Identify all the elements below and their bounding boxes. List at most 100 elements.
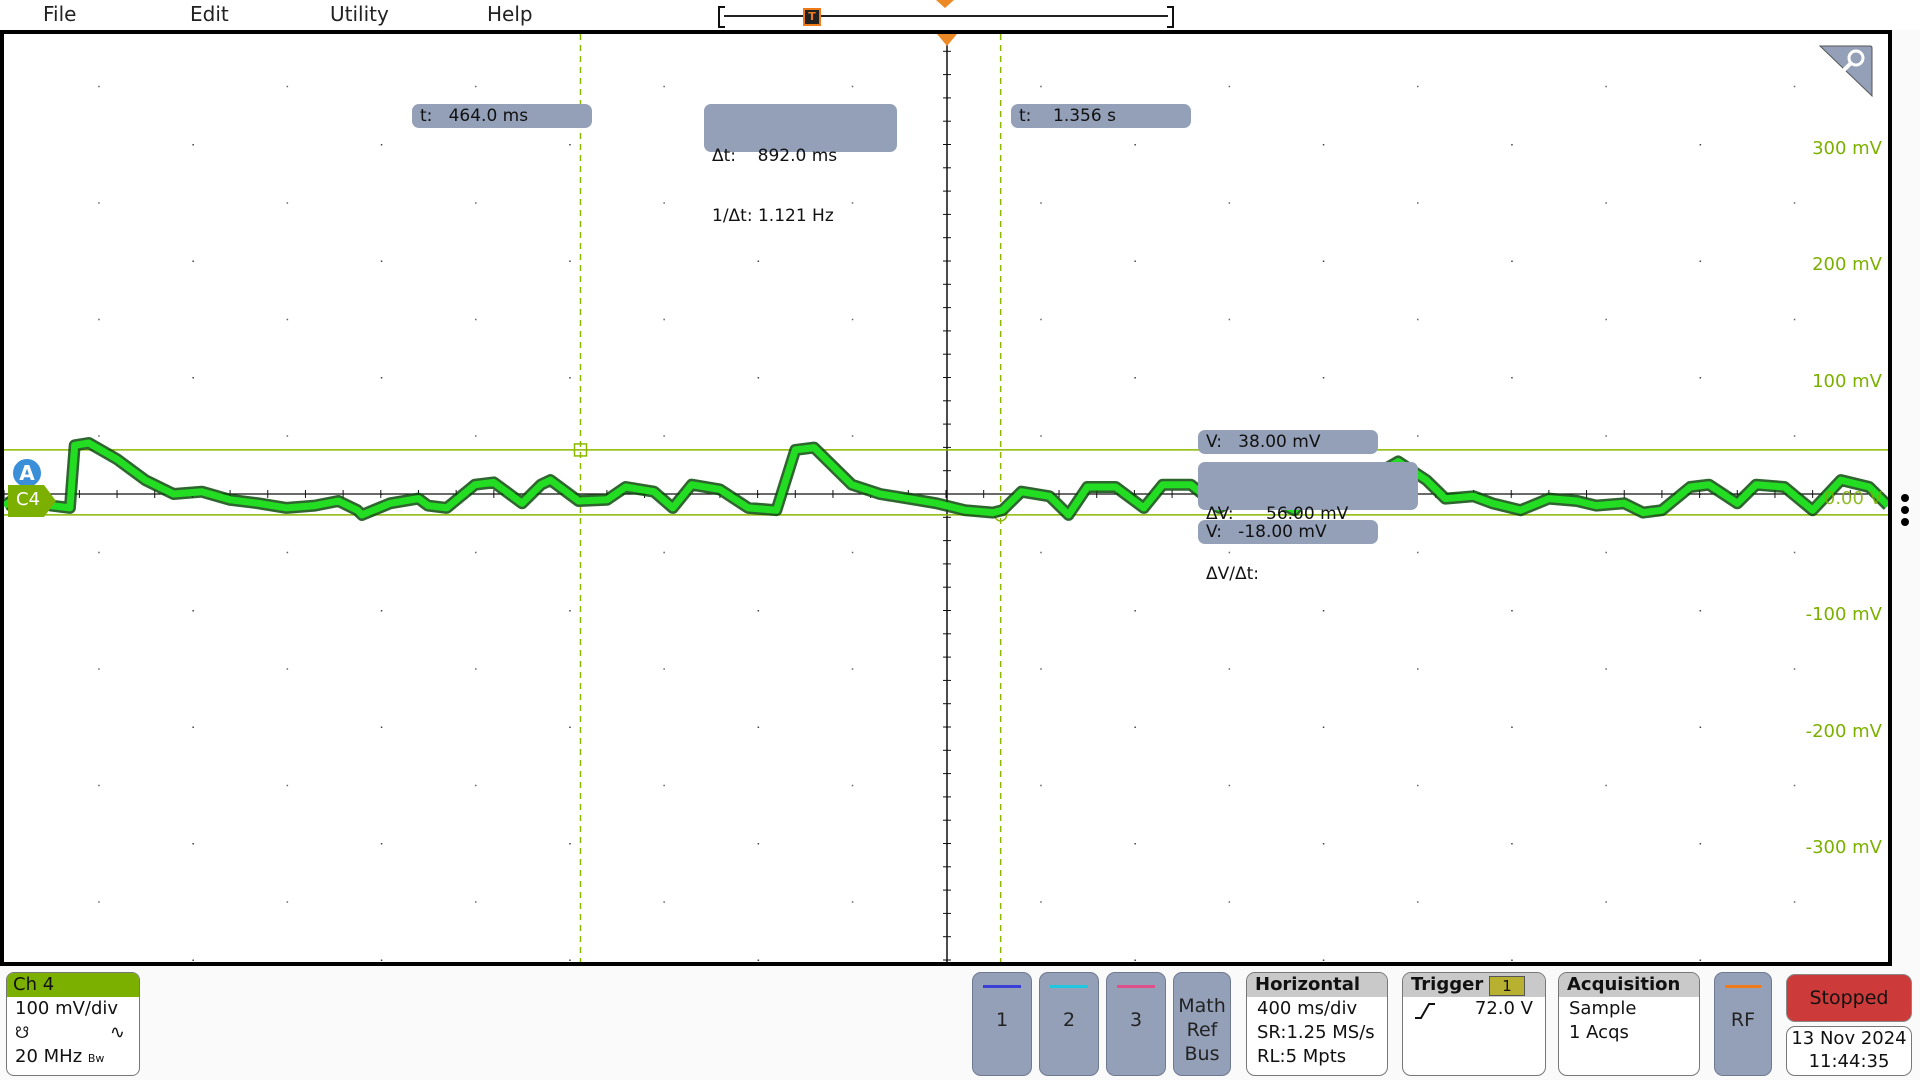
grid-dot — [1228, 202, 1231, 204]
grid-dot — [1793, 85, 1796, 88]
grid-dot — [380, 843, 383, 845]
channel-4-title: Ch 4 — [7, 973, 139, 997]
rf-label: RF — [1730, 1009, 1756, 1031]
grid-dot — [757, 610, 760, 612]
graticule — [4, 34, 1888, 962]
grid-dot — [1134, 843, 1136, 845]
record-length: RL:5 Mpts — [1257, 1046, 1347, 1067]
zoom-icon[interactable] — [1816, 42, 1874, 100]
menu-utility[interactable]: Utility — [330, 2, 389, 26]
grid-dot — [1134, 260, 1136, 262]
grid-dot — [1322, 260, 1325, 262]
rf-color-stripe — [1725, 985, 1761, 988]
bandwidth-limit-icon: Bw — [87, 1052, 105, 1065]
run-stop-status[interactable]: Stopped — [1786, 974, 1912, 1022]
grid-dot — [98, 318, 100, 321]
grid-dot — [1134, 726, 1136, 728]
grid-dot — [192, 959, 194, 961]
grid-dot — [475, 901, 477, 903]
date-time-display[interactable]: 13 Nov 2024 11:44:35 — [1786, 1026, 1912, 1076]
channel-4-scale: 100 mV/div — [15, 998, 119, 1019]
cursor-a-voltage-readout: V: 38.00 mV — [1198, 430, 1378, 454]
trigger-position-icon[interactable]: T — [803, 8, 821, 26]
y-label-200mv: 200 mV — [1812, 254, 1882, 275]
grid-dot — [569, 610, 571, 612]
grid-dot — [1417, 435, 1419, 437]
settings-bar: Ch 4 100 mV/div ☋ ∿ 20 MHz Bw 1 2 3 Math… — [0, 966, 1920, 1080]
horizontal-position-marker-icon[interactable] — [936, 0, 954, 8]
dv-dt-value: ΔV/Δt: — [1206, 564, 1260, 584]
grid-dot — [663, 784, 665, 787]
menu-help[interactable]: Help — [487, 2, 533, 26]
grid-dot — [569, 144, 571, 146]
channel-4-badge[interactable]: Ch 4 100 mV/div ☋ ∿ 20 MHz Bw — [6, 972, 140, 1076]
grid-dot — [569, 377, 571, 379]
grid-dot — [569, 959, 571, 961]
grid-dot — [851, 435, 854, 437]
grid-dot — [286, 551, 289, 554]
grid-dot — [475, 784, 477, 787]
sample-rate: SR:1.25 MS/s — [1257, 1022, 1375, 1043]
date-display: 13 Nov 2024 — [1791, 1028, 1907, 1049]
timeline-bracket-left — [718, 6, 725, 28]
more-options-icon[interactable] — [1901, 494, 1909, 530]
timeline-bar — [724, 15, 1168, 17]
grid-dot — [1793, 318, 1796, 321]
channel-3-button[interactable]: 3 — [1106, 972, 1166, 1076]
grid-dot — [1605, 85, 1607, 88]
acquisition-title: Acquisition — [1559, 973, 1699, 997]
channel-1-button[interactable]: 1 — [972, 972, 1032, 1076]
channel-2-button[interactable]: 2 — [1039, 972, 1099, 1076]
grid-dot — [192, 843, 194, 845]
acquisition-mode: Sample — [1569, 998, 1637, 1019]
channel-2-label: 2 — [1062, 1009, 1076, 1031]
channel-2-color-stripe — [1050, 985, 1088, 988]
math-ref-bus-button[interactable]: Math Ref Bus — [1173, 972, 1231, 1076]
grid-dot — [1040, 202, 1042, 204]
channel-4-bandwidth: 20 MHz — [15, 1046, 83, 1067]
grid-dot — [569, 726, 571, 728]
channel-4-icons-row: ☋ ∿ — [7, 1021, 139, 1045]
grid-dot — [1322, 726, 1325, 728]
grid-dot — [1322, 959, 1325, 961]
grid-dot — [1322, 144, 1325, 146]
trigger-level: 72.0 V — [1474, 998, 1533, 1019]
cursor-b-voltage-readout: V: -18.00 mV — [1198, 520, 1378, 544]
grid-dot — [192, 260, 194, 262]
grid-dot — [663, 435, 665, 437]
trigger-header: Trigger 1 — [1403, 973, 1545, 997]
channel-3-label: 3 — [1129, 1009, 1143, 1031]
menu-file[interactable]: File — [43, 2, 76, 26]
grid-dot — [1511, 377, 1513, 379]
horizontal-title: Horizontal — [1247, 973, 1387, 997]
grid-dot — [1511, 610, 1513, 612]
horizontal-badge[interactable]: Horizontal 400 ms/div SR:1.25 MS/s RL:5 … — [1246, 972, 1388, 1076]
grid-dot — [663, 901, 665, 903]
rf-button[interactable]: RF — [1714, 972, 1772, 1076]
y-label-100mv: 100 mV — [1812, 371, 1882, 392]
grid-dot — [663, 85, 665, 88]
y-label-0v: 0.00 V — [1823, 488, 1882, 509]
grid-dot — [1605, 435, 1607, 437]
cursor-source-badge[interactable]: A — [12, 458, 42, 488]
record-timeline[interactable]: T — [718, 6, 1174, 28]
graticule-area[interactable]: t: 464.0 ms Δt: 892.0 ms 1/Δt: 1.121 Hz … — [4, 34, 1888, 962]
grid-dot — [1699, 726, 1702, 728]
trigger-source: 1 — [1489, 976, 1525, 996]
channel-4-offset-marker[interactable]: C4 — [8, 485, 56, 517]
grid-dot — [380, 144, 383, 146]
grid-dot — [1793, 668, 1796, 670]
channel-1-color-stripe — [983, 985, 1021, 988]
acquisition-badge[interactable]: Acquisition Sample 1 Acqs — [1558, 972, 1700, 1076]
grid-dot — [475, 85, 477, 88]
grid-dot — [286, 202, 289, 204]
rising-edge-icon — [1415, 1003, 1435, 1019]
menu-edit[interactable]: Edit — [190, 2, 229, 26]
trigger-badge[interactable]: Trigger 1 72.0 V — [1402, 972, 1546, 1076]
grid-dot — [192, 144, 194, 146]
grid-dot — [1793, 435, 1796, 437]
grid-dot — [1699, 144, 1702, 146]
grid-dot — [1228, 784, 1231, 787]
grid-dot — [1793, 551, 1796, 554]
grid-dot — [1040, 901, 1042, 903]
